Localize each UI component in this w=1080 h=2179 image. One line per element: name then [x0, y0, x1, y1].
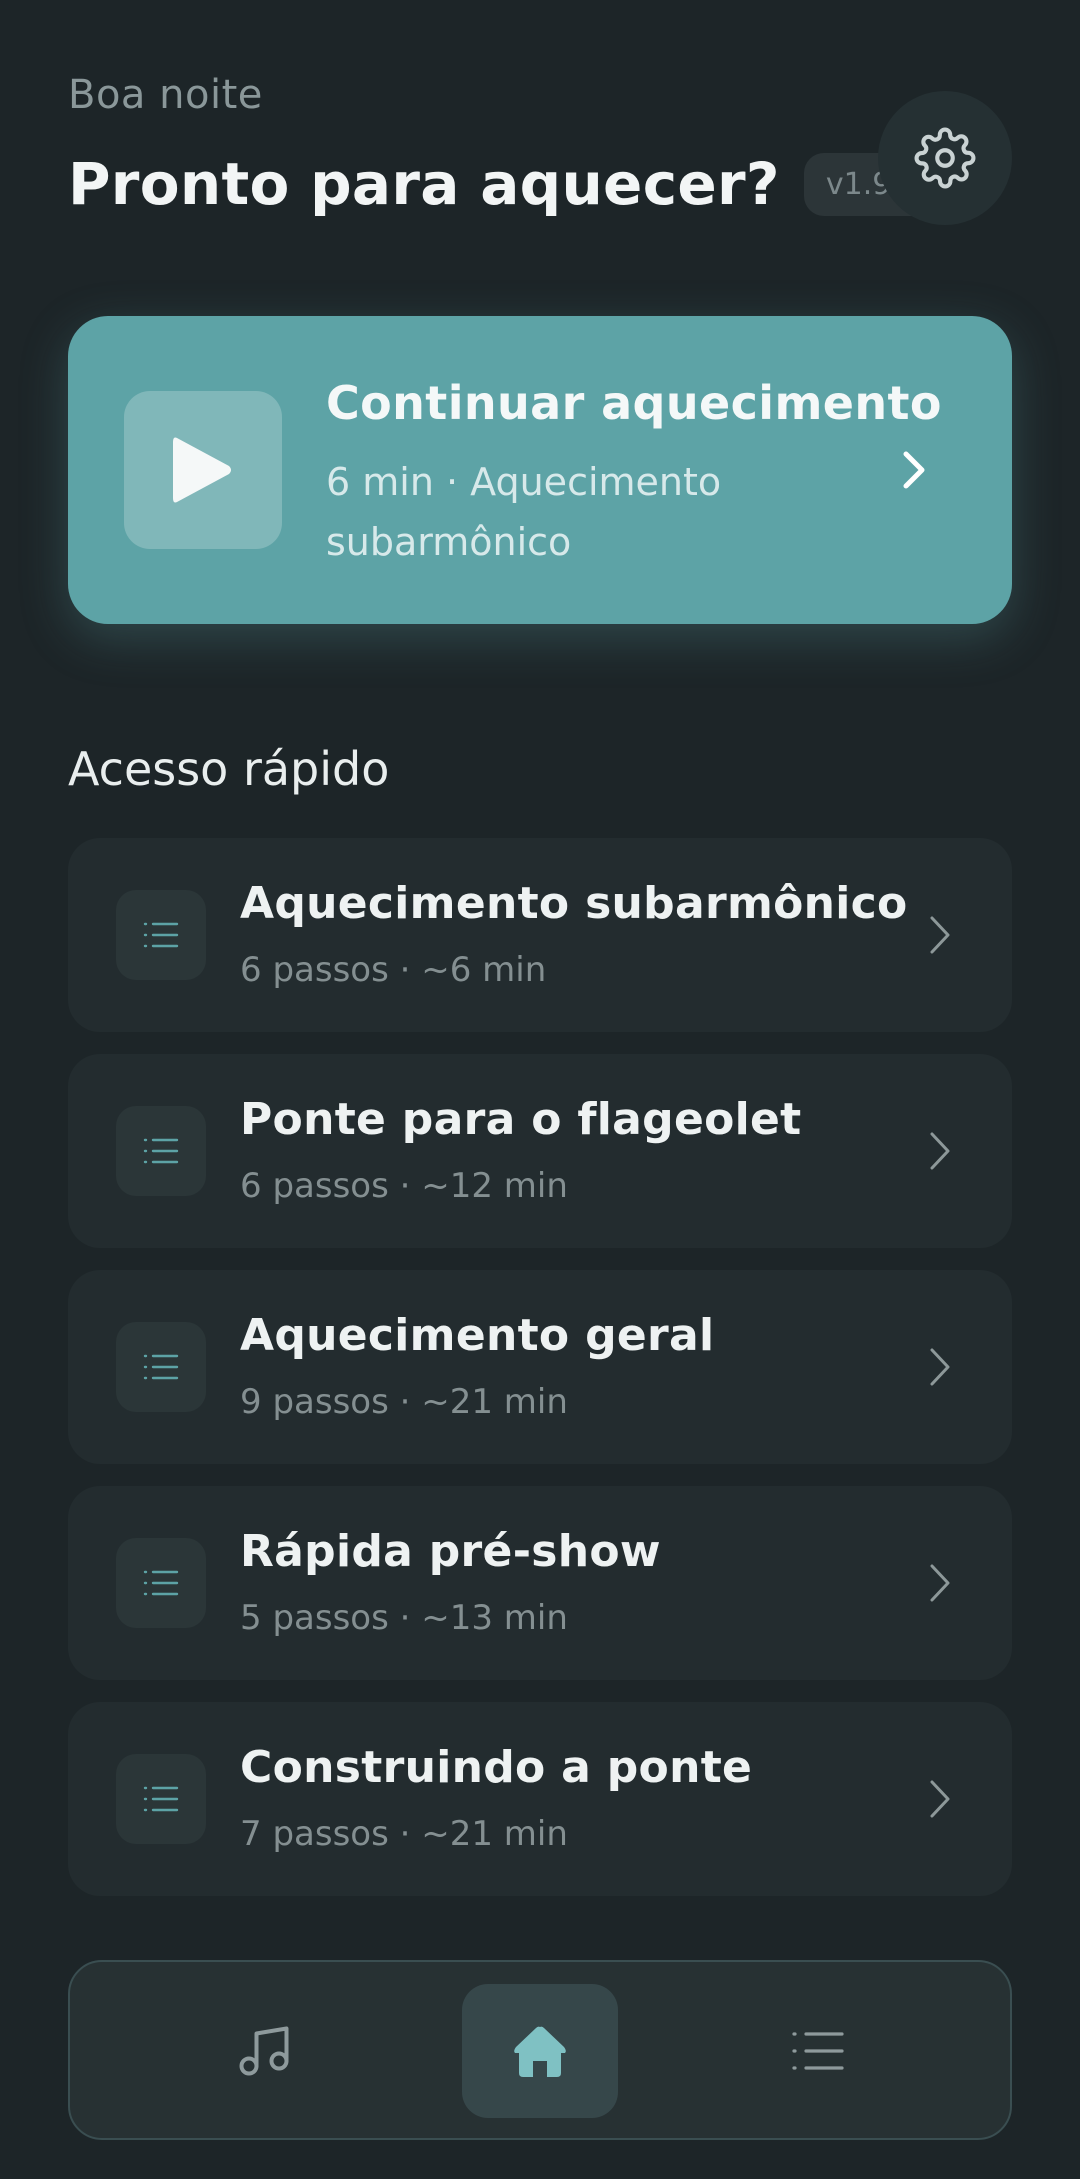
- list-icon: [143, 1570, 179, 1596]
- list-item-meta: 7 passos · ~21 min: [240, 1814, 568, 1854]
- app-screen: Boa noite Pronto para aquecer? v1.9.0 Co…: [0, 0, 1080, 2179]
- greeting-text: Boa noite: [68, 72, 263, 118]
- list-item[interactable]: Aquecimento subarmônico 6 passos · ~6 mi…: [68, 838, 1012, 1032]
- section-title-quick-access: Acesso rápido: [68, 742, 390, 796]
- settings-button[interactable]: [878, 91, 1012, 225]
- gear-icon: [914, 127, 976, 189]
- list-tile: [116, 890, 206, 980]
- list-item-meta: 9 passos · ~21 min: [240, 1382, 568, 1422]
- page-title: Pronto para aquecer?: [68, 150, 780, 218]
- list-item-meta: 6 passos · ~6 min: [240, 950, 547, 990]
- continue-subtitle: 6 min · Aquecimento subarmônico: [326, 460, 722, 564]
- list-item-title: Aquecimento subarmônico: [240, 878, 908, 929]
- music-note-icon: [239, 2026, 289, 2076]
- title-row: Pronto para aquecer? v1.9.0: [68, 150, 942, 218]
- list-item-title: Aquecimento geral: [240, 1310, 715, 1361]
- list-tile: [116, 1538, 206, 1628]
- list-item[interactable]: Construindo a ponte 7 passos · ~21 min: [68, 1702, 1012, 1896]
- chevron-right-icon: [903, 451, 925, 489]
- play-icon: [173, 437, 231, 503]
- chevron-right-icon: [930, 916, 950, 954]
- list-item-meta: 6 passos · ~12 min: [240, 1166, 568, 1206]
- list-item[interactable]: Ponte para o flageolet 6 passos · ~12 mi…: [68, 1054, 1012, 1248]
- chevron-right-icon: [930, 1132, 950, 1170]
- list-item[interactable]: Rápida pré-show 5 passos · ~13 min: [68, 1486, 1012, 1680]
- list-item-title: Ponte para o flageolet: [240, 1094, 802, 1145]
- list-item-meta: 5 passos · ~13 min: [240, 1598, 568, 1638]
- list-icon: [143, 1354, 179, 1380]
- list-icon: [143, 922, 179, 948]
- list-tile: [116, 1754, 206, 1844]
- nav-list-button[interactable]: [740, 1984, 896, 2118]
- list-item[interactable]: Aquecimento geral 9 passos · ~21 min: [68, 1270, 1012, 1464]
- list-item-title: Rápida pré-show: [240, 1526, 661, 1577]
- list-item-title: Construindo a ponte: [240, 1742, 753, 1793]
- bottom-navigation: [68, 1960, 1012, 2140]
- list-icon: [143, 1138, 179, 1164]
- list-icon: [792, 2032, 844, 2070]
- chevron-right-icon: [930, 1780, 950, 1818]
- chevron-right-icon: [930, 1564, 950, 1602]
- continue-title: Continuar aquecimento: [326, 376, 942, 430]
- list-tile: [116, 1106, 206, 1196]
- continue-warmup-card[interactable]: Continuar aquecimento 6 min · Aqueciment…: [68, 316, 1012, 624]
- list-icon: [143, 1786, 179, 1812]
- home-icon: [514, 2026, 566, 2077]
- play-tile: [124, 391, 282, 549]
- nav-home-button[interactable]: [462, 1984, 618, 2118]
- nav-music-button[interactable]: [186, 1984, 342, 2118]
- chevron-right-icon: [930, 1348, 950, 1386]
- list-tile: [116, 1322, 206, 1412]
